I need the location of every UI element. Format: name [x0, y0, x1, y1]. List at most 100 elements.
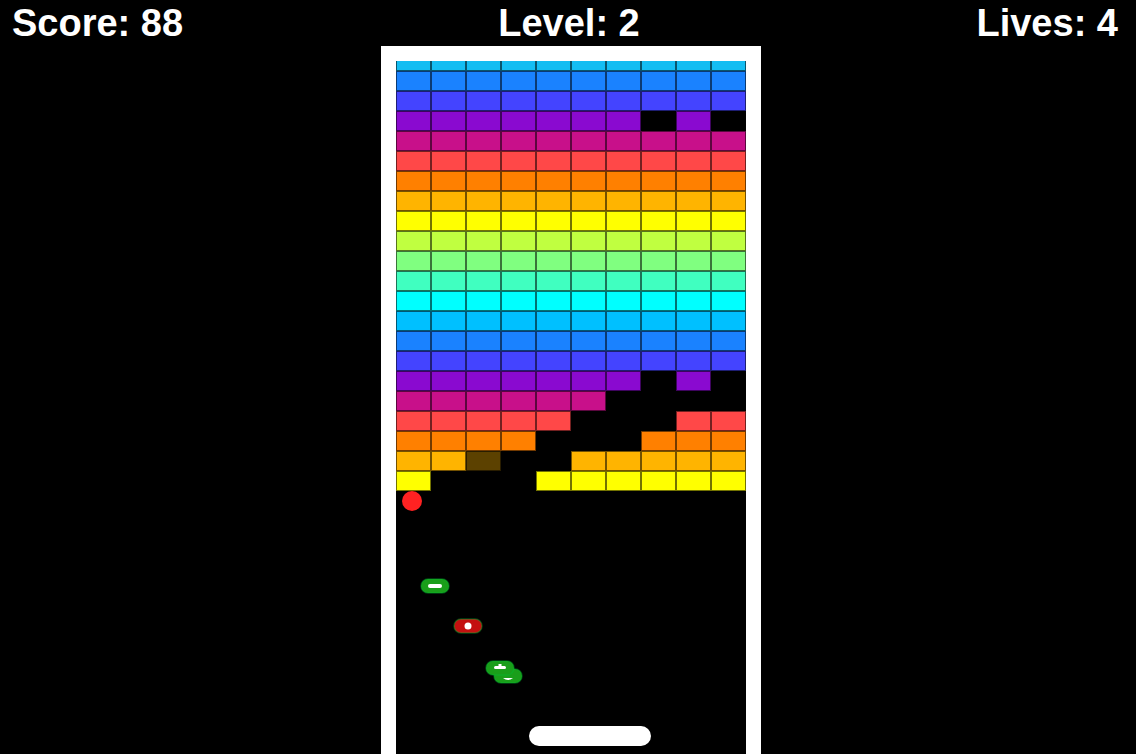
brick — [641, 331, 676, 351]
brick — [536, 331, 571, 351]
brick — [676, 61, 711, 71]
brick — [536, 271, 571, 291]
score-label: Score: 88 — [12, 0, 183, 46]
brick — [501, 371, 536, 391]
brick — [571, 111, 606, 131]
powerup-capsule-icon — [485, 660, 515, 676]
brick — [536, 451, 571, 471]
brick — [536, 171, 571, 191]
brick — [396, 131, 431, 151]
brick — [571, 61, 606, 71]
brick — [536, 291, 571, 311]
brick — [536, 351, 571, 371]
brick — [571, 371, 606, 391]
brick — [501, 271, 536, 291]
brick — [676, 311, 711, 331]
brick — [676, 171, 711, 191]
brick — [431, 471, 466, 491]
brick — [501, 71, 536, 91]
brick — [501, 91, 536, 111]
playfield — [396, 61, 746, 754]
brick — [676, 191, 711, 211]
brick — [431, 191, 466, 211]
brick — [536, 211, 571, 231]
brick — [396, 271, 431, 291]
brick — [396, 351, 431, 371]
brick — [431, 91, 466, 111]
brick — [431, 391, 466, 411]
brick — [641, 371, 676, 391]
brick — [641, 211, 676, 231]
brick — [536, 311, 571, 331]
brick — [466, 61, 501, 71]
brick — [466, 131, 501, 151]
brick — [501, 251, 536, 271]
brick — [676, 451, 711, 471]
brick — [466, 471, 501, 491]
brick — [571, 231, 606, 251]
brick — [641, 471, 676, 491]
brick — [536, 111, 571, 131]
powerup-capsule-icon — [453, 618, 483, 634]
brick — [641, 431, 676, 451]
brick — [466, 251, 501, 271]
brick — [606, 151, 641, 171]
brick — [431, 231, 466, 251]
brick — [571, 471, 606, 491]
brick — [466, 431, 501, 451]
brick — [676, 151, 711, 171]
brick — [676, 411, 711, 431]
brick — [501, 351, 536, 371]
paddle[interactable] — [529, 726, 651, 746]
lives-label: Lives: 4 — [976, 0, 1118, 46]
game-screen: Score: 88 Level: 2 Lives: 4 — [0, 0, 1136, 754]
level-label: Level: 2 — [490, 0, 640, 46]
brick — [501, 111, 536, 131]
brick — [431, 211, 466, 231]
brick — [711, 451, 746, 471]
brick — [571, 391, 606, 411]
brick — [606, 331, 641, 351]
brick — [571, 451, 606, 471]
brick — [466, 211, 501, 231]
brick — [676, 331, 711, 351]
brick — [606, 251, 641, 271]
brick — [501, 311, 536, 331]
brick — [606, 411, 641, 431]
ball — [402, 491, 422, 511]
brick — [571, 131, 606, 151]
brick — [536, 391, 571, 411]
brick — [676, 391, 711, 411]
brick — [396, 171, 431, 191]
brick — [431, 311, 466, 331]
brick — [396, 311, 431, 331]
brick — [676, 111, 711, 131]
brick — [396, 191, 431, 211]
brick — [571, 151, 606, 171]
brick — [431, 151, 466, 171]
brick — [711, 351, 746, 371]
brick — [431, 61, 466, 71]
brick-grid — [396, 61, 746, 491]
brick — [501, 131, 536, 151]
brick — [641, 111, 676, 131]
brick — [466, 171, 501, 191]
brick — [606, 171, 641, 191]
brick — [571, 211, 606, 231]
brick — [571, 291, 606, 311]
brick — [466, 151, 501, 171]
brick — [431, 131, 466, 151]
brick — [606, 291, 641, 311]
brick — [501, 331, 536, 351]
brick — [466, 111, 501, 131]
brick — [536, 91, 571, 111]
brick — [571, 411, 606, 431]
brick — [676, 251, 711, 271]
brick — [501, 391, 536, 411]
brick — [711, 411, 746, 431]
brick — [676, 371, 711, 391]
brick — [606, 91, 641, 111]
brick — [641, 291, 676, 311]
brick — [711, 61, 746, 71]
brick — [571, 351, 606, 371]
